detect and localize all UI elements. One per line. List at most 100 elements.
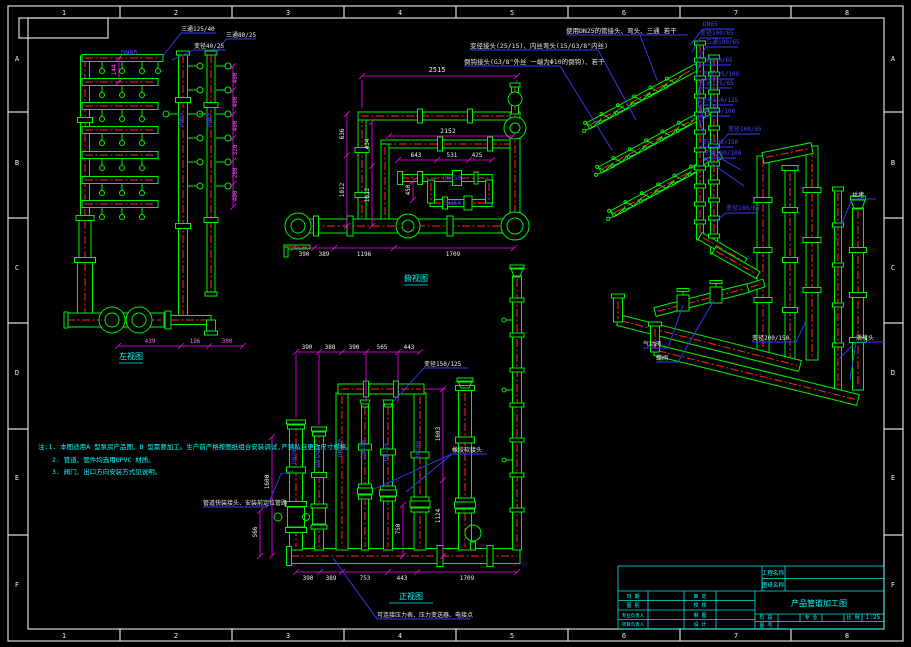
dim-label: 390	[302, 344, 313, 351]
dim-label: 566	[252, 526, 259, 537]
pipe-coupling	[754, 248, 772, 253]
flange-circle	[640, 192, 643, 195]
dim-label: 1012	[339, 182, 346, 197]
flange-circle	[285, 213, 311, 239]
dim-label: 753	[360, 575, 371, 582]
flange-circle	[600, 113, 603, 116]
dim-label: 443	[404, 344, 415, 351]
pipe-coupling	[612, 294, 625, 298]
grid-col-label: 3	[286, 632, 290, 640]
pipe-coupling	[510, 508, 524, 512]
fitting-callout: 橡胶软接头	[452, 446, 482, 454]
pipe-coupling	[695, 166, 706, 170]
dim-label: 1600	[264, 474, 271, 489]
grid-row-label: D	[891, 369, 895, 377]
pipe-coupling	[803, 288, 821, 293]
grid-col-label: 5	[510, 9, 514, 17]
titleblock-label: 设 计	[693, 621, 706, 628]
titleblock-label: 校 核	[693, 602, 706, 609]
part-label: 活接头	[856, 334, 874, 342]
fitting-callout: 三通125/40	[181, 25, 215, 33]
pipe-size-label: DN65	[121, 49, 138, 57]
flange-circle	[502, 318, 506, 322]
flange-circle	[624, 201, 627, 204]
pipe-coupling	[347, 216, 353, 236]
pipe-coupling	[456, 498, 475, 502]
pipe-size-label: DN65	[206, 112, 213, 127]
pipe-coupling	[783, 208, 798, 213]
flange-circle	[508, 92, 522, 106]
titleblock-label: 工程名称	[762, 569, 785, 577]
fitting-callout: 变径150/125	[424, 360, 462, 368]
view-title: 俯视图	[404, 273, 428, 283]
pipe-segment	[614, 298, 623, 322]
flange-circle	[140, 141, 145, 146]
dim-label: 300	[222, 338, 233, 345]
dim-label: 443	[397, 575, 408, 582]
flange-circle	[628, 148, 631, 151]
pipe-segment	[82, 79, 158, 86]
grid-col-label: 3	[286, 9, 290, 17]
dim-label: 280	[232, 167, 239, 178]
pipe-segment	[835, 190, 842, 396]
grid-row-label: C	[15, 264, 19, 272]
grid-col-label: 4	[398, 632, 402, 640]
pipe-coupling	[510, 368, 524, 372]
pipe-coupling	[359, 484, 372, 488]
dim-label: 531	[447, 152, 458, 159]
pipe-coupling	[677, 295, 689, 311]
pipe-coupling	[709, 198, 720, 202]
flange-circle	[100, 117, 105, 122]
titleblock-label: 日 期	[626, 594, 639, 600]
pipe-segment	[757, 156, 769, 358]
flange-circle	[225, 111, 231, 117]
grid-row-label: A	[891, 55, 896, 63]
pipe-segment	[207, 52, 215, 296]
pipe-segment	[381, 140, 513, 148]
pipe-segment	[207, 320, 216, 332]
pipe-segment	[82, 201, 158, 208]
flange-circle	[612, 157, 615, 160]
dim-label: 2515	[429, 66, 446, 74]
pipe-coupling	[677, 289, 689, 292]
pipe-coupling	[286, 502, 307, 507]
cad-canvas: 1122334455667788AABBCCDDEEFFDN65DN65DN65…	[0, 0, 911, 647]
dim-label: 565	[377, 344, 388, 351]
pipe-segment	[853, 208, 864, 390]
pipe-coupling	[833, 263, 844, 267]
pipe-size-label: DN150	[314, 449, 321, 467]
grid-row-label: B	[891, 159, 895, 167]
pipe-coupling	[286, 528, 307, 533]
dim-label: 643	[411, 152, 422, 159]
fitting-callout: 三通80/25	[226, 31, 256, 39]
pipe-size-label: DN150	[383, 443, 390, 461]
flange-circle	[661, 130, 664, 133]
flange-circle	[197, 135, 203, 141]
flange-circle	[396, 214, 420, 238]
view-title: 正视图	[399, 591, 423, 601]
annotation: 变径接头(25/15)、内丝弯头(15/G3/8"内丝)	[470, 41, 608, 50]
pipe-coupling	[510, 438, 524, 442]
pipe-segment	[654, 284, 749, 317]
dim-label: 389	[326, 575, 337, 582]
flange-circle	[657, 183, 660, 186]
titleblock-label: 审 定	[693, 593, 706, 600]
pipe-coupling	[358, 488, 373, 494]
grid-row-label: C	[891, 264, 895, 272]
grid-col-label: 7	[734, 632, 738, 640]
pipe-coupling	[783, 308, 798, 313]
flange-circle	[225, 183, 231, 189]
callout-leader	[406, 454, 452, 492]
fitting-callout: DN65	[703, 21, 718, 28]
flange-circle	[649, 86, 652, 89]
dim-label: 1124	[435, 508, 442, 523]
dim-label: 2152	[440, 127, 456, 135]
flange-circle	[126, 307, 152, 333]
part-label: 气动阀	[643, 340, 661, 348]
dim-label: 390	[299, 251, 310, 258]
pipe-segment	[486, 180, 493, 203]
flange-circle	[583, 129, 586, 132]
pipe-coupling	[411, 508, 429, 512]
pipe-coupling	[312, 427, 327, 431]
flange-circle	[100, 69, 105, 74]
